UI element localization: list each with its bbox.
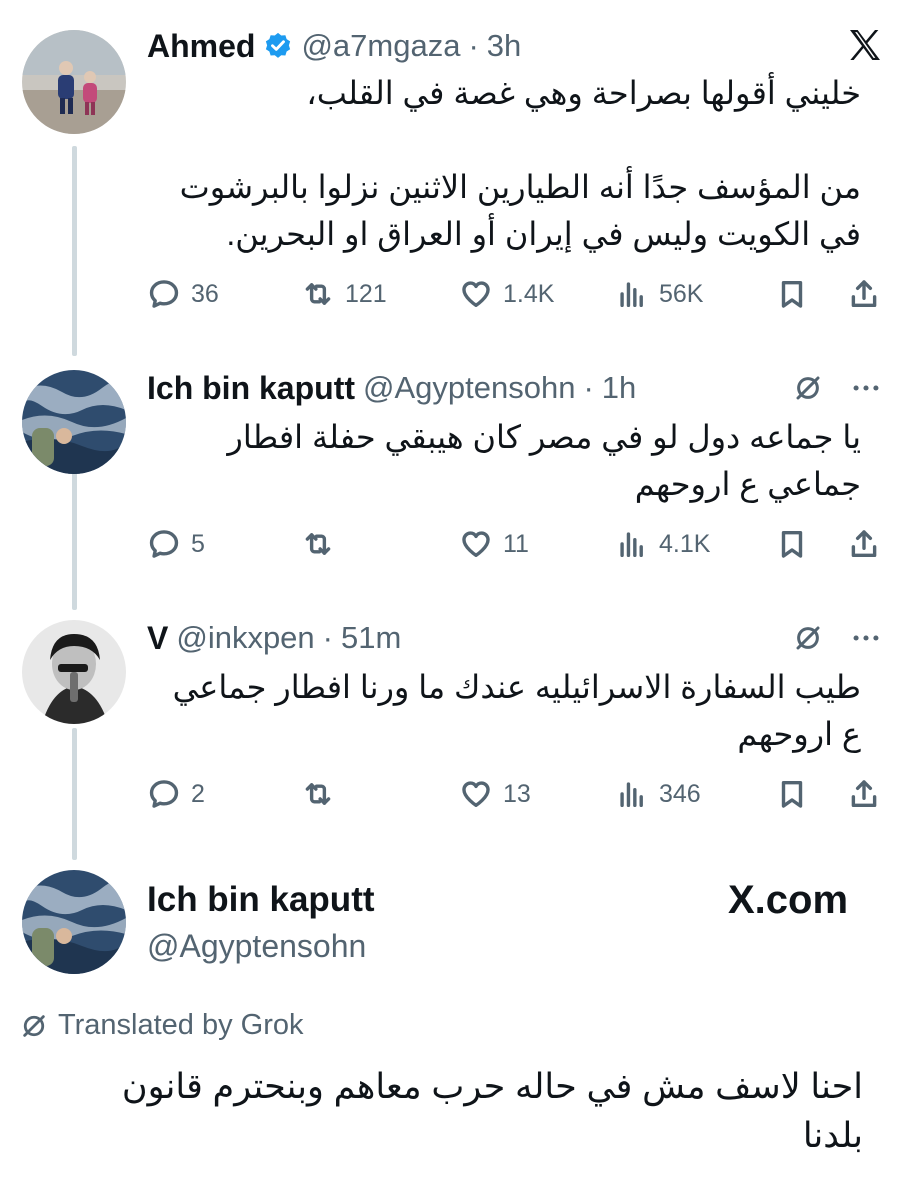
author-handle[interactable]: @Agyptensohn bbox=[147, 928, 366, 965]
share-icon bbox=[851, 530, 877, 558]
share-button[interactable] bbox=[847, 272, 881, 316]
like-count: 1.4K bbox=[503, 279, 555, 308]
timestamp[interactable]: 51m bbox=[341, 620, 401, 656]
reply-button[interactable]: 2 bbox=[147, 772, 205, 816]
reply-icon bbox=[149, 530, 179, 558]
action-bar: 5 11 4.1K bbox=[147, 522, 883, 566]
views-count: 4.1K bbox=[659, 529, 711, 558]
share-icon bbox=[851, 780, 877, 808]
reply-icon bbox=[149, 280, 179, 308]
share-button[interactable] bbox=[847, 772, 881, 816]
grok-icon bbox=[23, 1014, 45, 1037]
more-icon[interactable] bbox=[846, 370, 886, 406]
action-bar: 36 121 1.4K 56K bbox=[147, 272, 883, 316]
views-icon bbox=[620, 782, 643, 808]
tweet-header: Ich bin kaputt @Agyptensohn · 1h bbox=[147, 364, 636, 412]
author-handle[interactable]: @inkxpen bbox=[176, 620, 314, 656]
repost-button[interactable]: 121 bbox=[301, 272, 387, 316]
like-count: 13 bbox=[503, 779, 531, 808]
author-name[interactable]: Ahmed bbox=[147, 28, 255, 65]
bookmark-button[interactable] bbox=[775, 772, 809, 816]
like-button[interactable]: 13 bbox=[459, 772, 531, 816]
views-button[interactable]: 56K bbox=[615, 272, 703, 316]
reply-count: 5 bbox=[191, 529, 205, 558]
tweet-text: طيب السفارة الاسرائيليه عندك ما ورنا افط… bbox=[172, 669, 861, 752]
action-bar: 2 13 346 bbox=[147, 772, 883, 816]
translated-by-grok[interactable]: Translated by Grok bbox=[20, 1009, 304, 1042]
reply-count: 36 bbox=[191, 279, 219, 308]
avatar[interactable] bbox=[22, 870, 126, 974]
bookmark-icon bbox=[781, 280, 803, 308]
more-icon[interactable] bbox=[846, 620, 886, 656]
repost-icon bbox=[305, 533, 331, 555]
tweet[interactable]: Ahmed @a7mgaza · 3h خليني أقولها بصراحة … bbox=[0, 18, 907, 338]
separator-dot: · bbox=[322, 620, 333, 655]
like-button[interactable]: 1.4K bbox=[459, 272, 554, 316]
bookmark-button[interactable] bbox=[775, 522, 809, 566]
views-count: 56K bbox=[659, 279, 704, 308]
heart-icon bbox=[462, 281, 490, 308]
views-button[interactable]: 346 bbox=[615, 772, 701, 816]
share-icon bbox=[851, 280, 877, 308]
views-icon bbox=[620, 282, 643, 308]
bookmark-icon bbox=[781, 780, 803, 808]
repost-icon bbox=[305, 283, 331, 305]
repost-button[interactable] bbox=[301, 522, 345, 566]
reply-icon bbox=[149, 780, 179, 808]
reply-count: 2 bbox=[191, 779, 205, 808]
tweet-header: Ahmed @a7mgaza · 3h bbox=[147, 22, 521, 70]
timestamp[interactable]: 3h bbox=[487, 28, 521, 64]
views-count: 346 bbox=[659, 779, 701, 808]
brand-text: X.com bbox=[728, 878, 849, 922]
repost-button[interactable] bbox=[301, 772, 345, 816]
views-button[interactable]: 4.1K bbox=[615, 522, 710, 566]
separator-dot: · bbox=[583, 370, 594, 405]
tweet[interactable]: Ich bin kaputt @Agyptensohn · 1h يا جماع… bbox=[0, 362, 907, 592]
bookmark-icon bbox=[781, 530, 803, 558]
author-name[interactable]: Ich bin kaputt bbox=[147, 880, 375, 920]
tweet-text: احنا لاسف مش في حاله حرب معاهم وبنحترم ق… bbox=[121, 1067, 863, 1155]
like-button[interactable]: 11 bbox=[459, 522, 529, 566]
bookmark-button[interactable] bbox=[775, 272, 809, 316]
separator-dot: · bbox=[468, 28, 479, 63]
author-name[interactable]: V bbox=[147, 620, 168, 657]
heart-icon bbox=[462, 781, 490, 808]
reply-button[interactable]: 36 bbox=[147, 272, 219, 316]
avatar[interactable] bbox=[22, 370, 126, 474]
author-handle[interactable]: @Agyptensohn bbox=[363, 370, 575, 406]
tweet-text: خليني أقولها بصراحة وهي غصة في القلب، من… bbox=[179, 75, 861, 252]
repost-icon bbox=[305, 783, 331, 805]
grok-icon[interactable] bbox=[790, 620, 826, 656]
reply-button[interactable]: 5 bbox=[147, 522, 205, 566]
author-name[interactable]: Ich bin kaputt bbox=[147, 370, 355, 407]
repost-count: 121 bbox=[345, 279, 387, 308]
avatar[interactable] bbox=[22, 620, 126, 724]
like-count: 11 bbox=[503, 529, 529, 558]
tweet-header: V @inkxpen · 51m bbox=[147, 614, 401, 662]
brand-watermark: X.com bbox=[728, 878, 848, 923]
tweet-text: يا جماعه دول لو في مصر كان هيبقي حفلة اف… bbox=[227, 419, 861, 502]
translated-label: Translated by Grok bbox=[58, 1009, 304, 1041]
timestamp[interactable]: 1h bbox=[602, 370, 636, 406]
heart-icon bbox=[462, 531, 490, 558]
share-button[interactable] bbox=[847, 522, 881, 566]
grok-icon[interactable] bbox=[790, 370, 826, 406]
tweet[interactable]: V @inkxpen · 51m طيب السفارة الاسرائيليه… bbox=[0, 612, 907, 842]
views-icon bbox=[620, 532, 643, 558]
author-handle[interactable]: @a7mgaza bbox=[301, 28, 460, 64]
verified-badge-icon bbox=[263, 31, 293, 61]
